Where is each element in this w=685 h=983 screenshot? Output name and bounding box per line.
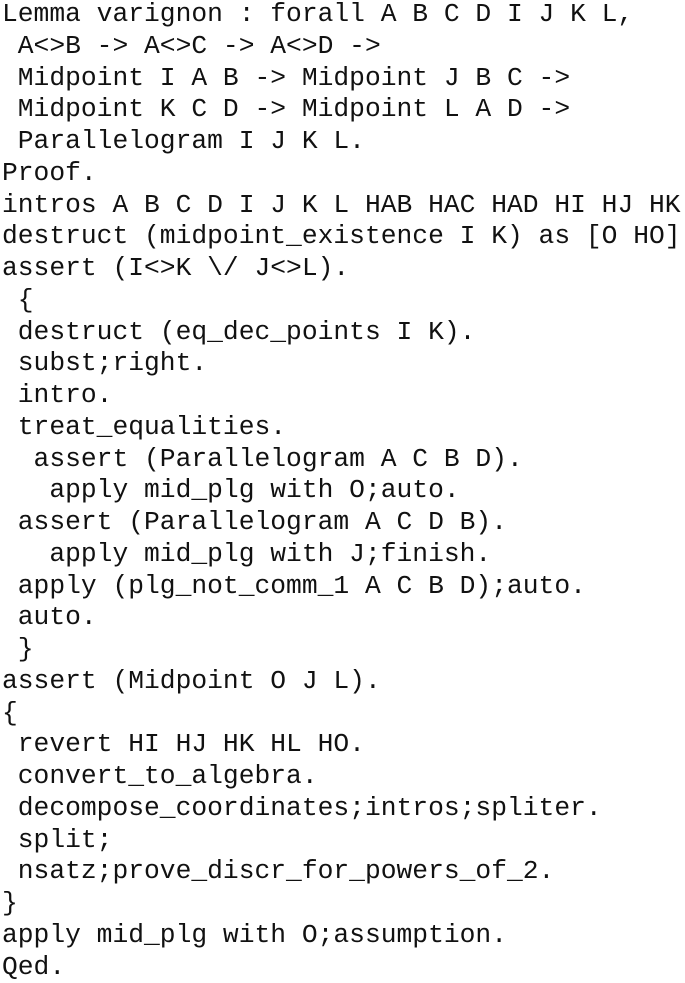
- hypothesis-line: Midpoint I A B -> Midpoint J B C ->: [2, 63, 685, 95]
- brace-open-line: {: [2, 285, 685, 317]
- qed-keyword-line: Qed.: [2, 952, 685, 983]
- tactic-line: intro.: [2, 380, 685, 412]
- tactic-line: treat_equalities.: [2, 412, 685, 444]
- tactic-line: assert (Parallelogram A C B D).: [2, 444, 685, 476]
- code-listing: Lemma varignon : forall A B C D I J K L,…: [2, 0, 685, 983]
- tactic-line: split;: [2, 825, 685, 857]
- proof-keyword-line: Proof.: [2, 158, 685, 190]
- tactic-line: assert (Midpoint O J L).: [2, 666, 685, 698]
- tactic-line: apply mid_plg with O;assumption.: [2, 920, 685, 952]
- tactic-line: apply mid_plg with J;finish.: [2, 539, 685, 571]
- tactic-line: auto.: [2, 602, 685, 634]
- hypothesis-line: A<>B -> A<>C -> A<>D ->: [2, 31, 685, 63]
- brace-open-line: {: [2, 698, 685, 730]
- conclusion-line: Parallelogram I J K L.: [2, 126, 685, 158]
- tactic-line: convert_to_algebra.: [2, 761, 685, 793]
- tactic-line: nsatz;prove_discr_for_powers_of_2.: [2, 856, 685, 888]
- tactic-line: apply mid_plg with O;auto.: [2, 475, 685, 507]
- tactic-line: assert (I<>K \/ J<>L).: [2, 253, 685, 285]
- tactic-line: destruct (eq_dec_points I K).: [2, 317, 685, 349]
- brace-close-line: }: [2, 888, 685, 920]
- tactic-line: assert (Parallelogram A C D B).: [2, 507, 685, 539]
- brace-close-line: }: [2, 634, 685, 666]
- tactic-line: apply (plg_not_comm_1 A C B D);auto.: [2, 571, 685, 603]
- hypothesis-line: Midpoint K C D -> Midpoint L A D ->: [2, 94, 685, 126]
- tactic-line: intros A B C D I J K L HAB HAC HAD HI HJ…: [2, 190, 685, 222]
- tactic-line: subst;right.: [2, 348, 685, 380]
- tactic-line: revert HI HJ HK HL HO.: [2, 729, 685, 761]
- tactic-line: destruct (midpoint_existence I K) as [O …: [2, 221, 685, 253]
- lemma-statement-line: Lemma varignon : forall A B C D I J K L,: [2, 0, 685, 31]
- tactic-line: decompose_coordinates;intros;spliter.: [2, 793, 685, 825]
